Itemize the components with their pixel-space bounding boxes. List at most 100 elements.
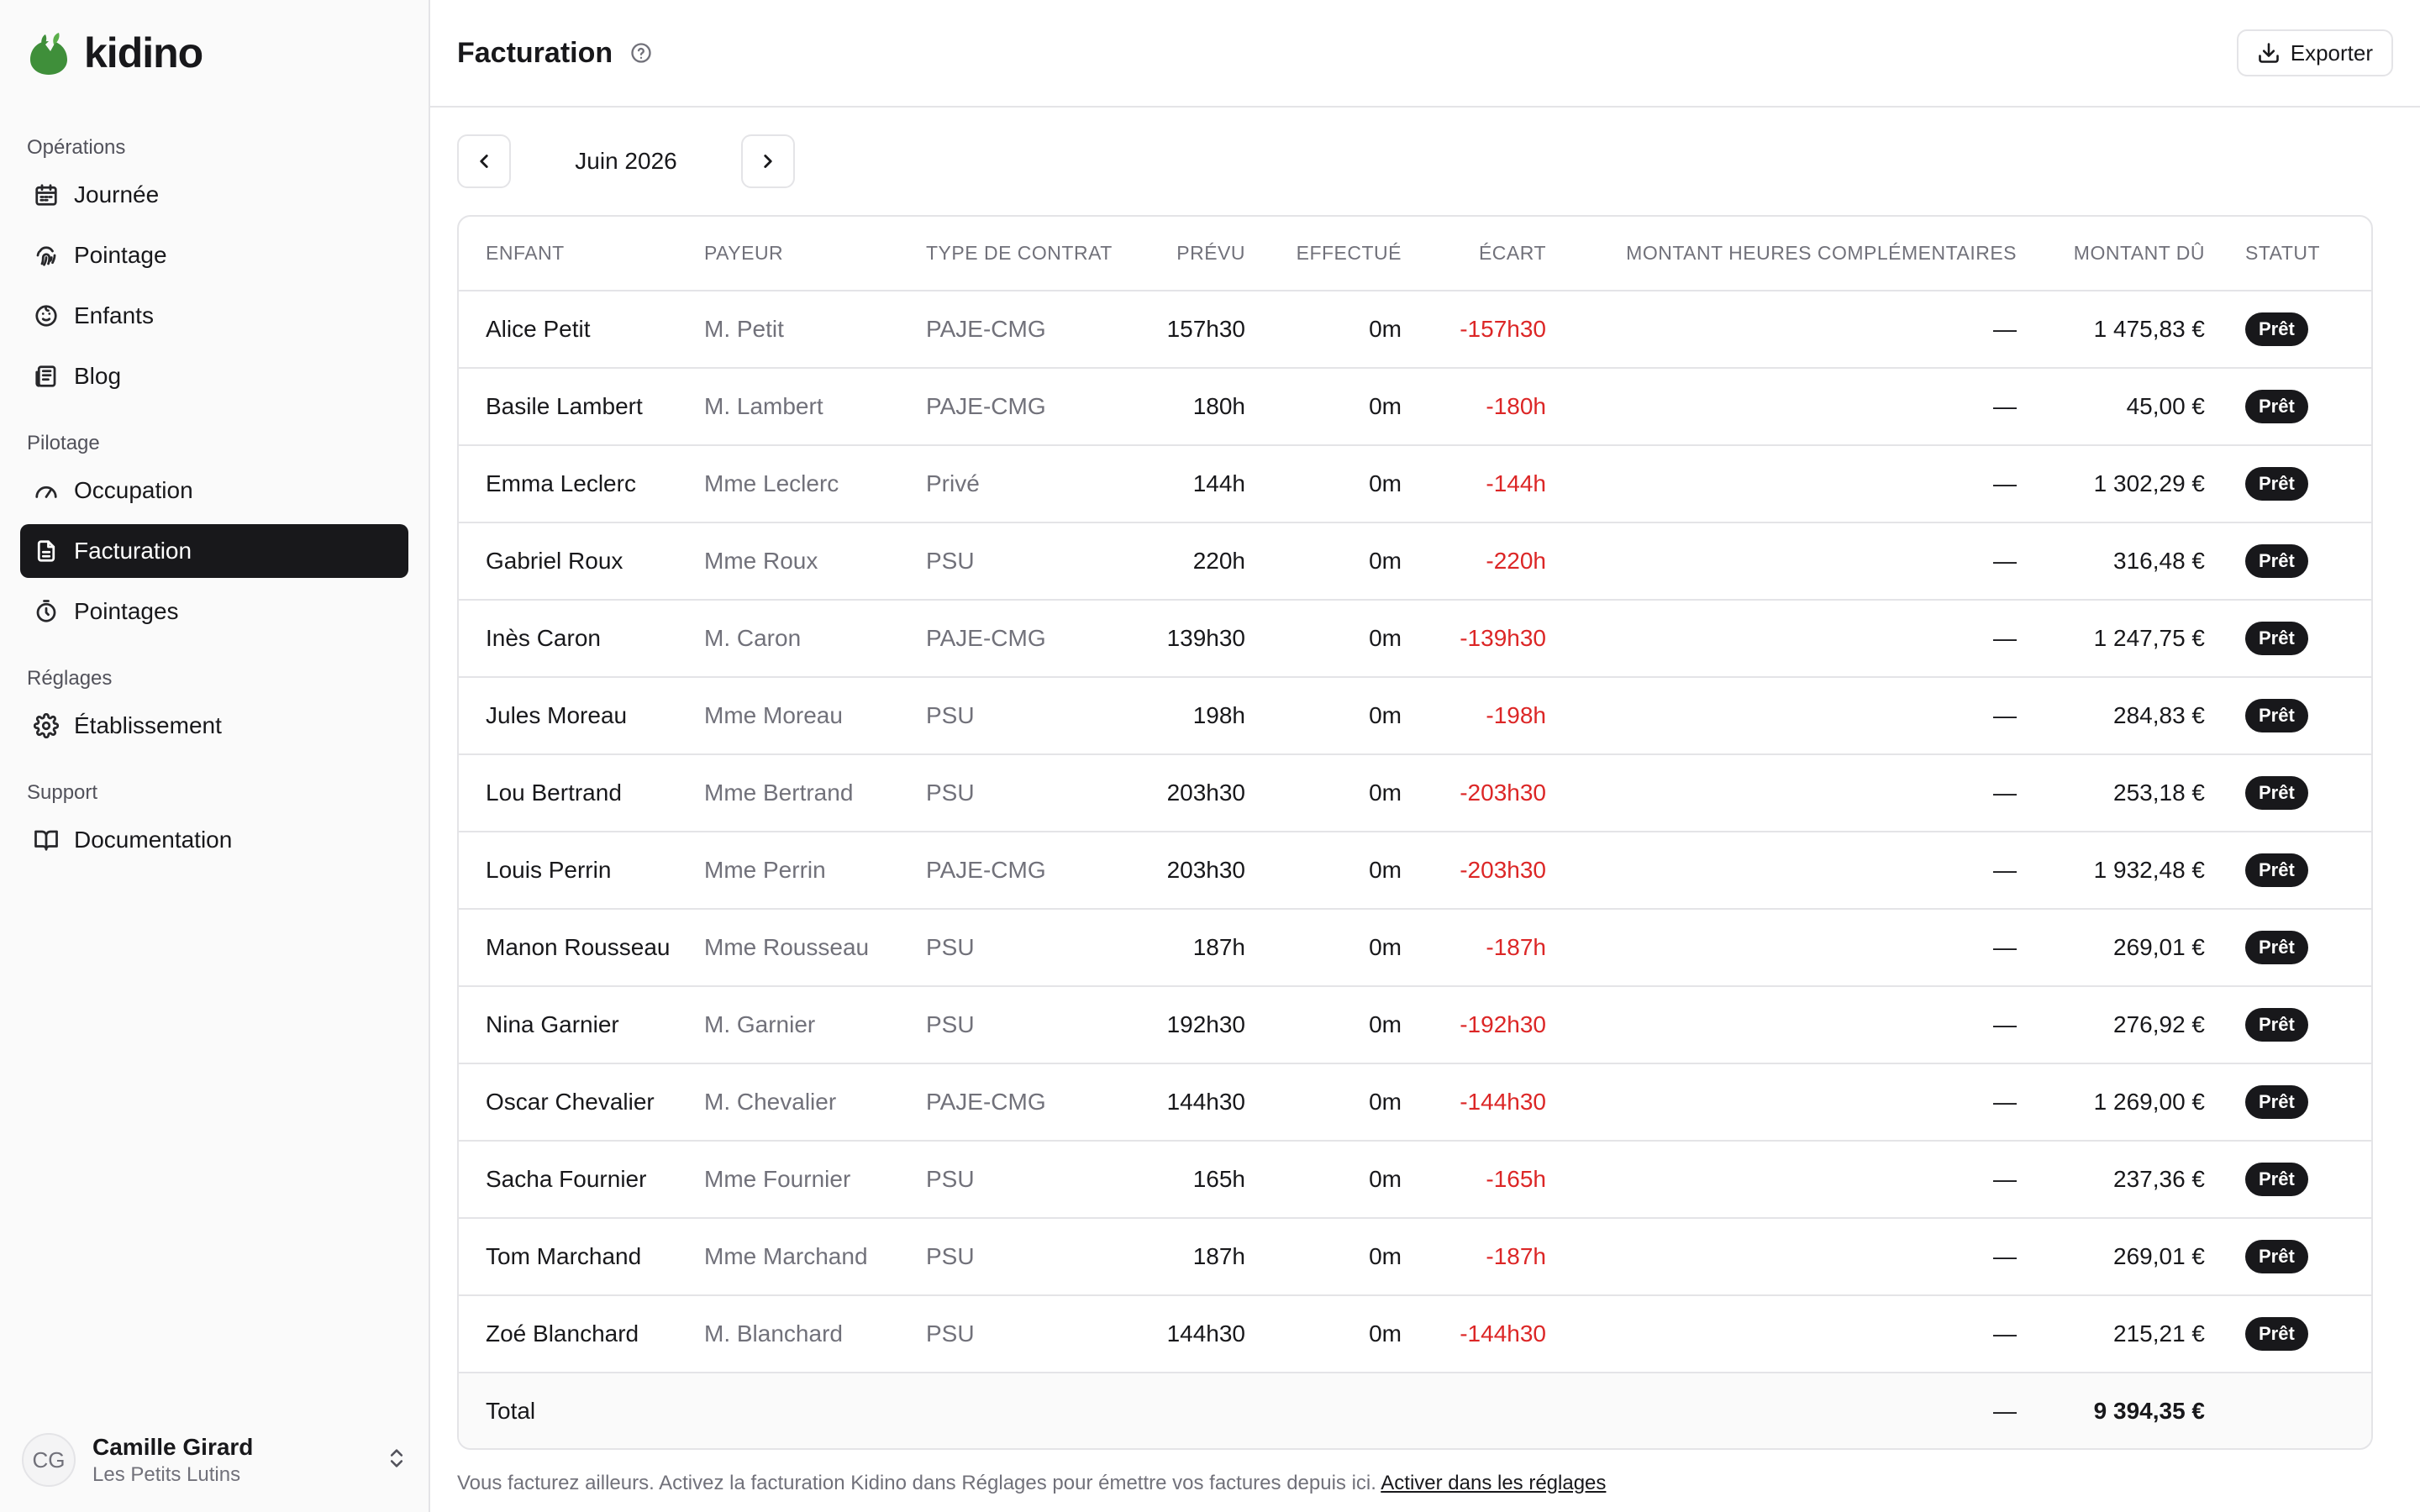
column-header-enfant[interactable]: Enfant [459,217,704,291]
previous-month-button[interactable] [457,134,511,188]
cell-payeur: Mme Roux [704,522,926,601]
sidebar-item-pointages[interactable]: Pointages [20,585,408,638]
status-badge: Prêt [2245,1240,2308,1273]
table-row[interactable]: Zoé Blanchard M. Blanchard PSU 144h30 0m -144… [459,1295,2371,1373]
column-header-effectue[interactable]: Effectué [1245,217,1402,291]
billing-notice: Vous facturez ailleurs. Activez la factu… [457,1472,1606,1495]
table-row[interactable]: Jules Moreau Mme Moreau PSU 198h 0m -198h —284… [459,677,2371,755]
sidebar-item-documentation[interactable]: Documentation [20,813,408,867]
table-row[interactable]: Gabriel Roux Mme Roux PSU 220h 0m -220h —316,4… [459,522,2371,601]
cell-heures-complementaires: — [1546,1141,2017,1219]
column-header-montant-heures-complementaires[interactable]: Montant heures complémentaires [1546,217,2017,291]
cell-ecart: -203h30 [1402,754,1546,832]
sidebar-item-pointage[interactable]: Pointage [20,228,408,282]
column-header-montant-du[interactable]: Montant dû [2017,217,2205,291]
cell-statut: Prêt [2205,1295,2371,1373]
cell-montant-du: 1 247,75 € [2017,600,2205,678]
column-header-payeur[interactable]: Payeur [704,217,926,291]
user-menu[interactable]: CG Camille Girard Les Petits Lutins [22,1428,408,1492]
logo[interactable]: kidino [0,0,429,106]
cell-heures-complementaires: — [1546,677,2017,755]
sidebar-item-journee[interactable]: Journée [20,168,408,222]
table-row[interactable]: Manon Rousseau Mme Rousseau PSU 187h 0m -187h… [459,909,2371,987]
total-empty-cell [1245,1373,1402,1448]
fingerprint-icon [34,243,59,268]
baby-face-icon [34,303,59,328]
cell-ecart: -198h [1402,677,1546,755]
cell-heures-complementaires: — [1546,522,2017,601]
cell-prevu: 144h30 [1128,1295,1245,1373]
cell-effectue: 0m [1245,1141,1402,1219]
sidebar-item-etablissement[interactable]: Établissement [20,699,408,753]
cell-statut: Prêt [2205,1063,2371,1142]
table-row[interactable]: Alice Petit M. Petit PAJE-CMG 157h30 0m -157h… [459,291,2371,369]
status-badge: Prêt [2245,1163,2308,1196]
cell-type-contrat: Privé [926,445,1128,523]
table-row[interactable]: Emma Leclerc Mme Leclerc Privé 144h 0m -144h —… [459,445,2371,523]
cell-montant-du: 284,83 € [2017,677,2205,755]
cell-payeur: Mme Rousseau [704,909,926,987]
cell-effectue: 0m [1245,909,1402,987]
cell-prevu: 157h30 [1128,291,1245,369]
sidebar-item-label: Établissement [74,712,222,738]
chevron-left-icon [480,155,488,168]
cell-ecart: -187h [1402,909,1546,987]
table-row[interactable]: Tom Marchand Mme Marchand PSU 187h 0m -187h —2… [459,1218,2371,1296]
activate-billing-link[interactable]: Activer dans les réglages [1381,1472,1606,1494]
cell-payeur: M. Lambert [704,368,926,446]
table-row[interactable]: Oscar Chevalier M. Chevalier PAJE-CMG 144h3… [459,1063,2371,1142]
cell-enfant: Oscar Chevalier [459,1063,704,1142]
chevrons-up-down-icon[interactable] [385,1446,408,1474]
column-header-type-contrat[interactable]: Type de contrat [926,217,1128,291]
main-content: Facturation Exporter Juin 2026 Enfant [430,0,2420,1512]
cell-enfant: Emma Leclerc [459,445,704,523]
column-header-prevu[interactable]: Prévu [1128,217,1245,291]
cell-montant-du: 1 932,48 € [2017,832,2205,910]
total-empty-cell [1128,1373,1245,1448]
sidebar-item-blog[interactable]: Blog [20,349,408,403]
cell-statut: Prêt [2205,677,2371,755]
cell-effectue: 0m [1245,1218,1402,1296]
sidebar-item-enfants[interactable]: Enfants [20,289,408,343]
cell-ecart: -187h [1402,1218,1546,1296]
section-label-operations: Opérations [27,136,126,159]
cell-statut: Prêt [2205,986,2371,1064]
status-badge: Prêt [2245,699,2308,732]
sidebar-item-occupation[interactable]: Occupation [20,464,408,517]
export-button[interactable]: Exporter [2236,29,2393,76]
sidebar-item-facturation[interactable]: Facturation [20,524,408,578]
cell-enfant: Nina Garnier [459,986,704,1064]
cell-heures-complementaires: — [1546,832,2017,910]
cell-montant-du: 237,36 € [2017,1141,2205,1219]
table-row[interactable]: Inès Caron M. Caron PAJE-CMG 139h30 0m -139h3… [459,600,2371,678]
cell-ecart: -144h [1402,445,1546,523]
cell-montant-du: 253,18 € [2017,754,2205,832]
gear-icon [34,713,59,738]
cell-heures-complementaires: — [1546,1218,2017,1296]
cell-enfant: Manon Rousseau [459,909,704,987]
table-row[interactable]: Basile Lambert M. Lambert PAJE-CMG 180h 0m -1… [459,368,2371,446]
billing-table-card: Enfant Payeur Type de contrat Prévu Effe… [457,215,2373,1450]
section-label-pilotage: Pilotage [27,432,100,454]
table-row[interactable]: Louis Perrin Mme Perrin PAJE-CMG 203h30 0m -2… [459,832,2371,910]
table-row[interactable]: Nina Garnier M. Garnier PSU 192h30 0m -192h30… [459,986,2371,1064]
total-empty-cell [2205,1373,2371,1448]
next-month-button[interactable] [741,134,795,188]
month-selector: Juin 2026 [457,134,2420,188]
help-icon[interactable] [629,41,653,65]
cell-statut: Prêt [2205,1141,2371,1219]
table-row[interactable]: Lou Bertrand Mme Bertrand PSU 203h30 0m -203h… [459,754,2371,832]
cell-effectue: 0m [1245,291,1402,369]
column-header-statut[interactable]: Statut [2205,217,2371,291]
status-badge: Prêt [2245,312,2308,346]
cell-type-contrat: PSU [926,986,1128,1064]
cell-prevu: 187h [1128,1218,1245,1296]
total-montant-du: 9 394,35 € [2017,1373,2205,1448]
cell-payeur: Mme Moreau [704,677,926,755]
cell-statut: Prêt [2205,600,2371,678]
column-header-ecart[interactable]: Écart [1402,217,1546,291]
cell-payeur: M. Chevalier [704,1063,926,1142]
table-row[interactable]: Sacha Fournier Mme Fournier PSU 165h 0m -165h… [459,1141,2371,1219]
export-button-label: Exporter [2290,39,2373,66]
total-empty-cell [926,1373,1128,1448]
